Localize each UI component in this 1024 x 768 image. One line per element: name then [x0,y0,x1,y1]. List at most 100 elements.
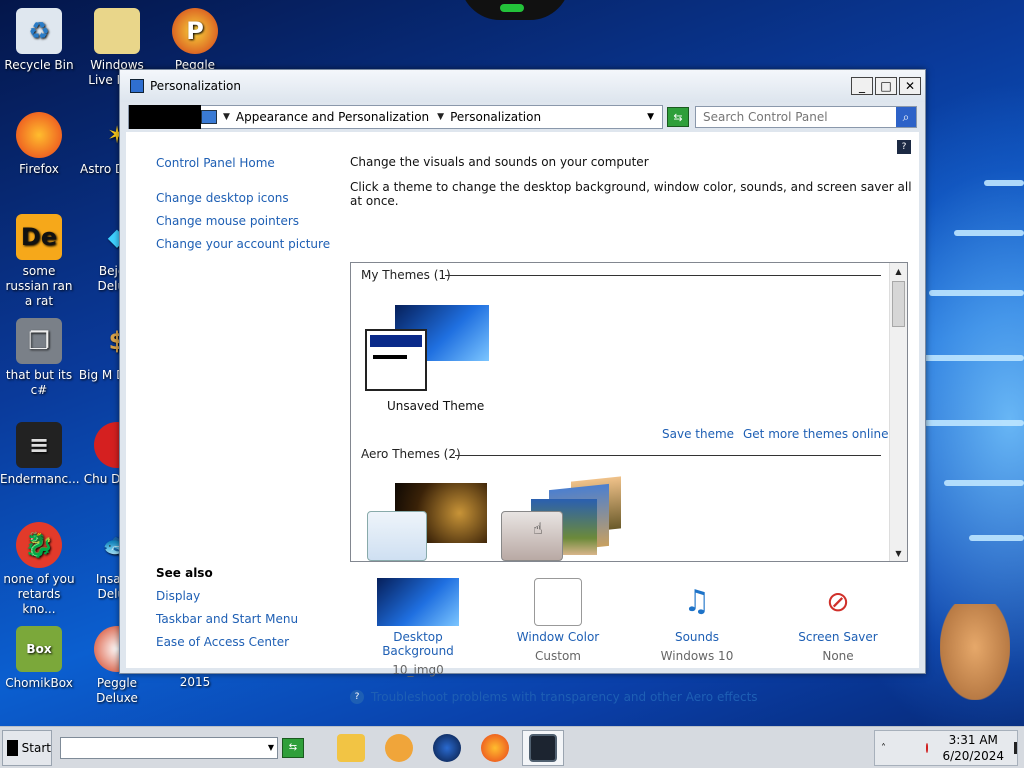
clock-date: 6/20/2024 [942,749,1005,763]
theme-aero-2[interactable]: ☝ [501,476,625,561]
scroll-up-icon[interactable]: ▲ [890,263,907,279]
screen-saver-value: None [822,649,854,663]
address-field[interactable]: ▼ Appearance and Personalization ▼ Perso… [128,105,663,129]
windows-stack-icon: ❐ [16,318,62,364]
desktop-icon-csharp[interactable]: ❐ that but its c# [0,318,78,398]
network-error-icon[interactable] [926,743,929,753]
desktop-icon-label: some russian ran a rat [5,264,73,308]
taskbar-firefox[interactable] [474,730,516,766]
taskbar-globe[interactable] [426,730,468,766]
taskbar-go-button[interactable]: ⇆ [282,737,304,758]
group-aero-themes: Aero Themes (2) [361,447,461,461]
breadcrumb-label: Personalization [450,110,542,124]
desktop-icon-firefox[interactable]: Firefox [0,112,78,177]
window-color-button[interactable]: Window Color Custom [498,578,618,663]
close-button[interactable]: ✕ [899,77,921,95]
control-panel-icon [130,79,144,93]
theme-unsaved[interactable] [365,305,489,395]
taskbar: Start ▼ ⇆ ˄ 3:31 AM 6/20/2024 [0,726,1024,768]
clock[interactable]: 3:31 AM 6/20/2024 [942,732,1004,764]
chevron-up-icon[interactable]: ˄ [881,743,886,754]
start-button[interactable]: Start [2,729,52,766]
desktop-icon-chomikbox[interactable]: Box ChomikBox [0,626,78,691]
desktop-icon-endermanch[interactable]: ≡ Endermanc... [0,422,80,487]
page-instructions: Click a theme to change the desktop back… [350,180,912,208]
theme-window-preview [365,329,427,391]
address-bar: ▼ Appearance and Personalization ▼ Perso… [128,104,918,130]
window-titlebar[interactable]: Personalization _ □ ✕ [120,70,925,102]
desktop-icon-none-of-you[interactable]: 🐉 none of you retards kno... [0,522,78,617]
de-app-icon: De [16,214,62,260]
link-ease-of-access[interactable]: Ease of Access Center [156,635,289,649]
search-icon[interactable]: ⌕ [896,107,916,127]
monitor-icon [529,733,557,762]
media-player-icon [385,733,413,762]
start-label: Start [21,740,51,755]
sounds-button[interactable]: ♫ Sounds Windows 10 [637,578,757,663]
hamster-gadget[interactable] [940,604,1010,700]
taskbar-media-player[interactable] [378,730,420,766]
address-dropdown-icon[interactable]: ▼ [647,112,654,122]
desktop-background-value: 10_img0 [392,663,444,677]
show-desktop-icon[interactable] [1014,742,1017,754]
troubleshoot-row: ? Troubleshoot problems with transparenc… [350,690,758,704]
group-divider [455,455,881,456]
dragon-icon: 🐉 [16,522,62,568]
desktop-icon-recycle-bin[interactable]: ♻ Recycle Bin [0,8,78,73]
search-input[interactable] [703,110,896,124]
firefox-icon [16,112,62,158]
screen-saver-icon: ⊘ [826,585,850,618]
desktop-icon-label: ChomikBox [5,676,73,690]
sounds-label: Sounds [674,630,720,644]
left-task-pane: Control Panel Home Change desktop icons … [126,132,338,668]
link-change-account-picture[interactable]: Change your account picture [156,237,330,251]
taskbar-control-panel[interactable] [522,729,564,766]
link-control-panel-home[interactable]: Control Panel Home [156,156,275,170]
globe-icon [433,733,461,762]
get-more-themes-link[interactable]: Get more themes online [743,427,889,441]
taskbar-explorer[interactable] [330,730,372,766]
window-title: Personalization [150,79,241,93]
link-change-mouse-pointers[interactable]: Change mouse pointers [156,214,299,228]
link-display[interactable]: Display [156,589,200,603]
folder-icon [337,733,365,762]
link-change-desktop-icons[interactable]: Change desktop icons [156,191,289,205]
scroll-down-icon[interactable]: ▼ [890,545,907,561]
desktop-background-button[interactable]: Desktop Background 10_img0 [358,578,478,677]
recycle-bin-icon: ♻ [16,8,62,54]
chomikbox-icon: Box [16,626,62,672]
refresh-button[interactable]: ⇆ [667,107,689,127]
desktop-background-icon [377,578,459,626]
theme-window-preview [367,511,427,561]
troubleshoot-link[interactable]: Troubleshoot problems with transparency … [371,690,758,704]
screen-saver-button[interactable]: ⊘ Screen Saver None [778,578,898,663]
desktop-icon-label: none of you retards kno... [3,572,75,616]
help-icon[interactable]: ? [897,140,911,154]
group-divider [445,275,881,276]
breadcrumb-appearance[interactable]: ▼ Appearance and Personalization [223,110,429,124]
desktop-background-label: Desktop Background [382,630,454,658]
chevron-down-icon: ▼ [267,743,274,752]
console-icon: ≡ [16,422,62,468]
themes-scrollbar[interactable]: ▲ ▼ [889,263,907,561]
screen-saver-label: Screen Saver [798,630,878,644]
hand-cursor-icon: ☝ [533,519,543,538]
scroll-thumb[interactable] [892,281,905,327]
minimize-button[interactable]: _ [851,77,873,95]
breadcrumb-label: Appearance and Personalization [235,110,430,124]
page-heading: Change the visuals and sounds on your co… [350,155,649,169]
navigation-buttons-redacted[interactable] [129,105,201,129]
save-theme-link[interactable]: Save theme [662,427,734,441]
theme-aero-1[interactable] [365,481,489,561]
link-taskbar-start-menu[interactable]: Taskbar and Start Menu [156,612,298,626]
theme-label: Unsaved Theme [387,399,485,413]
desktop-icon-label: Firefox [19,162,59,176]
breadcrumb-personalization[interactable]: ▼ Personalization [437,110,541,124]
desktop-icon-label: Recycle Bin [4,58,74,72]
chevron-down-icon: ▼ [223,112,230,122]
control-panel-address-icon [201,110,217,124]
sounds-icon: ♫ [683,584,711,619]
taskbar-address-combo[interactable]: ▼ [60,736,278,759]
maximize-button[interactable]: □ [875,77,897,95]
desktop-icon-russian-rat[interactable]: De some russian ran a rat [0,214,78,309]
